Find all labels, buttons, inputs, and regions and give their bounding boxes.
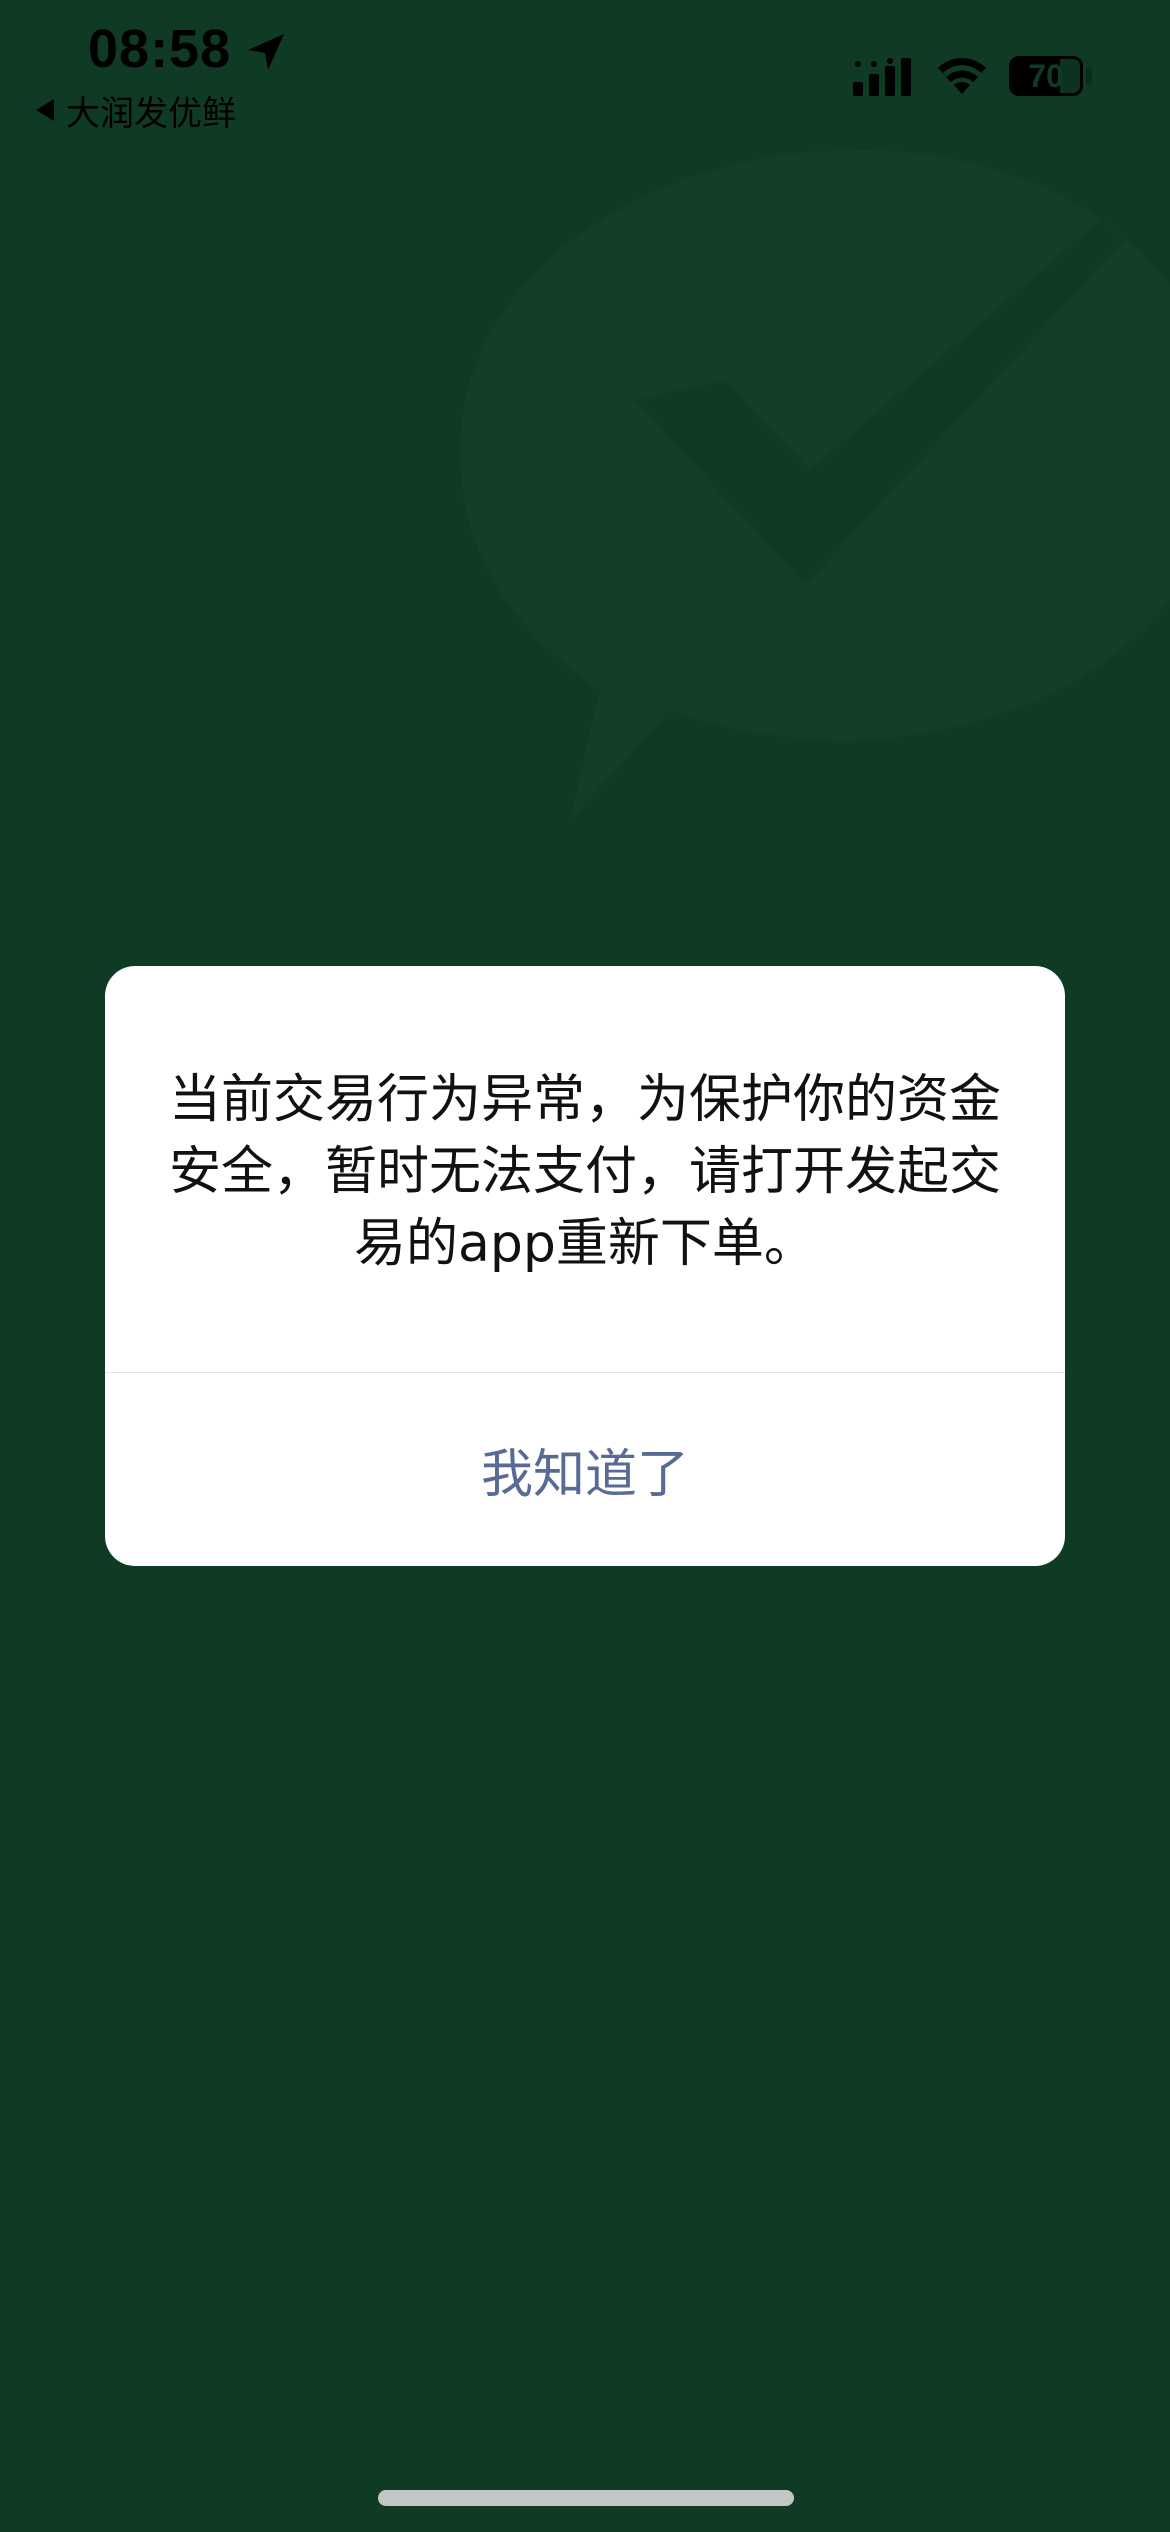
status-time: 08:58 [88, 19, 232, 79]
status-bar: 08:58 大润发优鲜 70 [0, 0, 1170, 140]
acknowledge-button[interactable]: 我知道了 [105, 1373, 1065, 1566]
home-indicator[interactable] [378, 2490, 794, 2506]
battery-icon: 70 [1009, 56, 1083, 96]
cellular-signal-icon [853, 58, 911, 96]
wifi-icon [938, 58, 986, 94]
back-app-label: 大润发优鲜 [66, 93, 236, 134]
location-arrow-icon [248, 34, 284, 70]
back-to-app-button[interactable]: 大润发优鲜 [36, 90, 236, 134]
back-triangle-icon [36, 99, 54, 121]
dialog-message: 当前交易行为异常，为保护你的资金安全，暂时无法支付，请打开发起交易的app重新下… [168, 1070, 1001, 1274]
battery-level-text: 70 [1028, 58, 1064, 94]
alert-dialog: 当前交易行为异常，为保护你的资金安全，暂时无法支付，请打开发起交易的app重新下… [105, 966, 1065, 1566]
payment-screen: 08:58 大润发优鲜 70 当前交易行为异常，为保护你的资金安全，暂时无法支付… [0, 0, 1170, 2532]
wechat-pay-logo-icon [460, 150, 1170, 820]
battery-tip [1086, 68, 1092, 84]
